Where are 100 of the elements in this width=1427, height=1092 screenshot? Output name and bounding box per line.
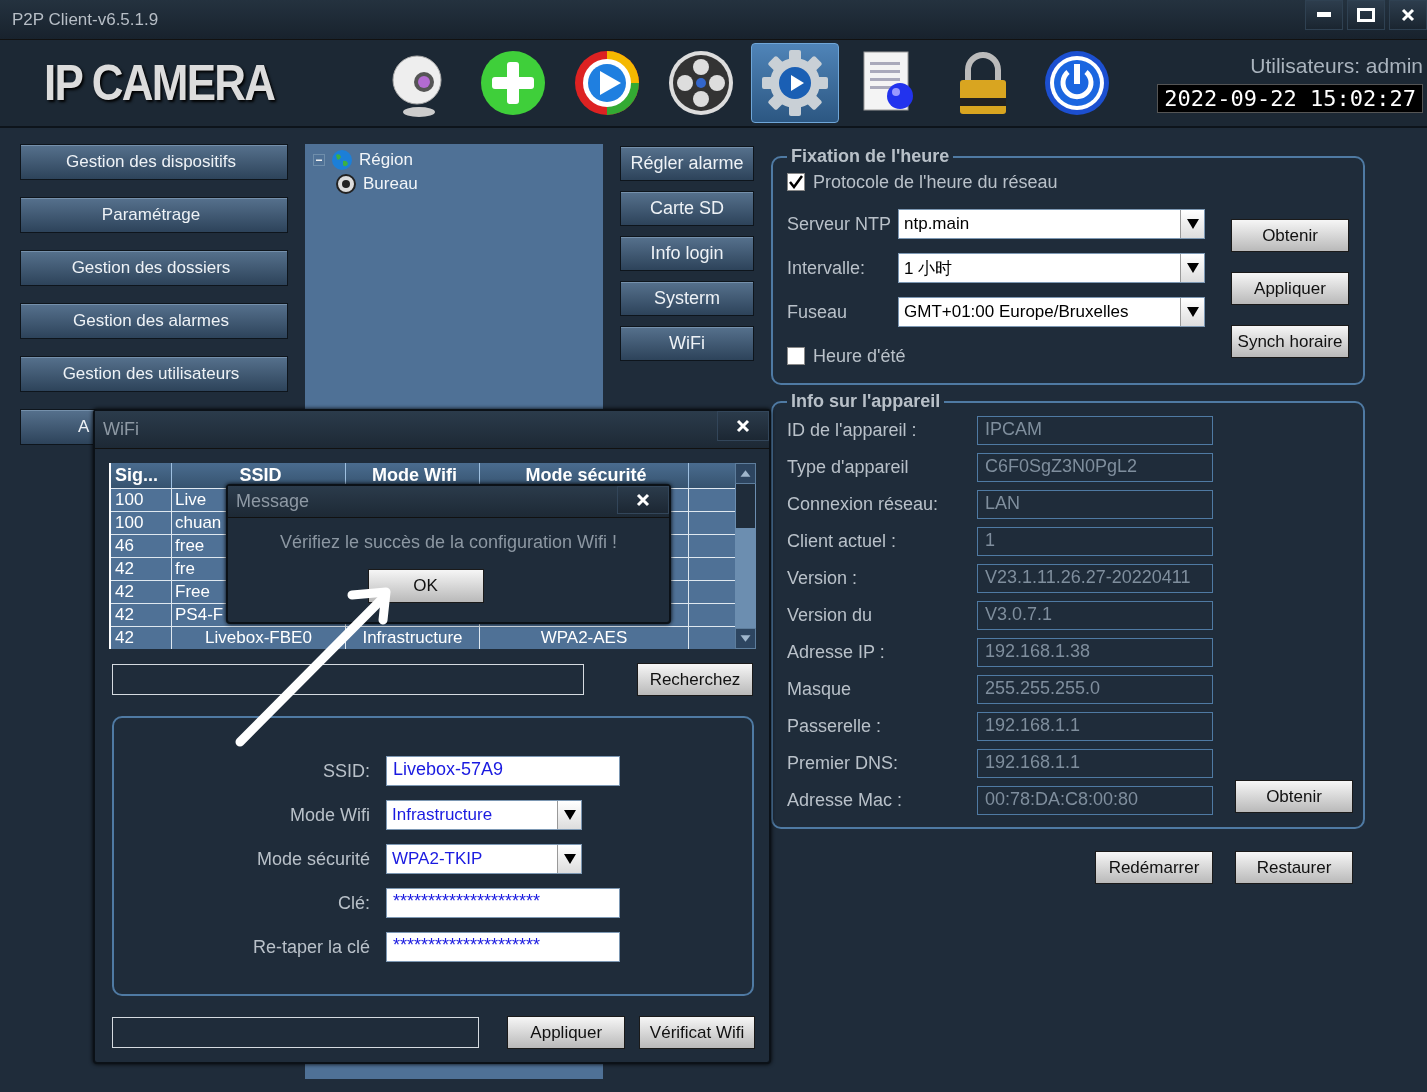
table-cell: fre: [175, 559, 195, 579]
action-button[interactable]: Obtenir: [1231, 219, 1349, 252]
readonly-field: V23.1.11.26.27-20220411: [977, 564, 1213, 593]
ok-button[interactable]: OK: [367, 569, 484, 603]
user-label: Utilisateurs: admin: [1250, 53, 1423, 78]
column-header[interactable]: Sig...: [115, 465, 158, 486]
settings-button[interactable]: Régler alarme: [620, 146, 754, 181]
window-title: P2P Client-v6.5.1.9: [12, 9, 159, 30]
table-cell: chuan: [175, 513, 222, 533]
maximize-button[interactable]: [1347, 0, 1385, 30]
field-label: Re-taper la clé: [252, 936, 370, 958]
field-label: Client actuel :: [787, 531, 898, 552]
readonly-field: 1: [977, 527, 1213, 556]
tree-item-label[interactable]: Bureau: [363, 174, 418, 194]
field-label: SSID:: [323, 760, 370, 782]
action-button[interactable]: Appliquer: [1231, 272, 1349, 305]
table-cell: 42: [115, 605, 134, 625]
table-cell: 46: [115, 536, 134, 556]
nav-button[interactable]: Paramétrage: [20, 197, 288, 233]
scrollbar-thumb[interactable]: [736, 484, 755, 528]
plus-icon: [478, 48, 548, 118]
checkbox[interactable]: [787, 347, 805, 365]
table-cell: 42: [115, 559, 134, 579]
readonly-field: LAN: [977, 490, 1213, 519]
input-field[interactable]: [112, 664, 584, 695]
search-button[interactable]: Recherchez: [637, 663, 753, 696]
readonly-field: 255.255.255.0: [977, 675, 1213, 704]
minimize-button[interactable]: [1305, 0, 1343, 30]
field-label: Connexion réseau:: [787, 494, 940, 515]
dropdown-field[interactable]: ntp.main: [898, 209, 1205, 239]
tree-item-label[interactable]: Région: [359, 150, 413, 170]
logo: IP CAMERA: [44, 54, 276, 112]
caret-icon: [1186, 263, 1199, 273]
checkbox[interactable]: [787, 173, 805, 191]
settings-button[interactable]: Systerm: [620, 281, 754, 316]
close-button[interactable]: [717, 411, 769, 441]
field-label: Fuseau: [787, 301, 849, 323]
close-button[interactable]: [617, 486, 669, 514]
column-header[interactable]: SSID: [239, 465, 282, 486]
clock-display: 2022-09-22 15:02:27: [1157, 83, 1423, 113]
column-header[interactable]: Mode Wifi: [372, 465, 457, 486]
scrollbar[interactable]: [735, 463, 756, 649]
scroll-up-icon[interactable]: [735, 463, 756, 484]
settings-button[interactable]: WiFi: [620, 326, 754, 361]
minimize-icon: [1317, 12, 1331, 18]
checkbox-label: Heure d'été: [813, 345, 906, 367]
settings-button[interactable]: Carte SD: [620, 191, 754, 226]
nav-button[interactable]: Gestion des utilisateurs: [20, 356, 288, 392]
readonly-field: 00:78:DA:C8:00:80: [977, 786, 1213, 815]
nav-button[interactable]: Gestion des dispositifs: [20, 144, 288, 180]
close-icon: [1401, 8, 1415, 22]
input-field[interactable]: *********************: [386, 888, 620, 918]
nav-button[interactable]: Gestion des dossiers: [20, 250, 288, 286]
checkbox-label: Protocole de l'heure du réseau: [813, 171, 1058, 193]
table-cell: 42: [115, 582, 134, 602]
readonly-field: C6F0SgZ3N0PgL2: [977, 453, 1213, 482]
field-label: Mode Wifi: [290, 804, 370, 826]
table-cell: WPA2-AES: [540, 628, 628, 648]
group-title: Info sur l'appareil: [790, 391, 942, 412]
nav-button[interactable]: Gestion des alarmes: [20, 303, 288, 339]
caret-icon: [1186, 219, 1199, 229]
input-field[interactable]: *********************: [386, 932, 620, 962]
reel-icon: [666, 48, 736, 118]
table-cell: Livebox-FBE0: [205, 628, 312, 648]
dropdown-field[interactable]: WPA2-TKIP: [386, 844, 582, 874]
field-label: Intervalle:: [787, 257, 867, 279]
table-cell: 100: [115, 513, 144, 533]
verify-button[interactable]: Vérificat Wifi: [639, 1016, 755, 1049]
gear-icon: [760, 48, 830, 118]
action-button[interactable]: Restaurer: [1235, 851, 1353, 884]
caret-icon: [1186, 307, 1199, 317]
input-field[interactable]: Livebox-57A9: [386, 756, 620, 786]
input-field[interactable]: [112, 1017, 480, 1048]
readonly-field: 192.168.1.1: [977, 749, 1213, 778]
play-icon: [572, 48, 642, 118]
apply-button[interactable]: Appliquer: [507, 1016, 626, 1049]
field-label: Mode sécurité: [256, 848, 370, 870]
collapse-icon[interactable]: [313, 154, 325, 166]
readonly-field: IPCAM: [977, 416, 1213, 445]
dropdown-field[interactable]: 1 小时: [898, 253, 1205, 283]
field-label: Adresse Mac :: [787, 790, 904, 811]
field-label: Passerelle :: [787, 716, 883, 737]
field-label: Adresse IP :: [787, 642, 886, 663]
settings-button[interactable]: Info login: [620, 236, 754, 271]
table-cell: Infrastructure: [362, 628, 463, 648]
dialog-title: WiFi: [103, 419, 139, 440]
scroll-down-icon[interactable]: [735, 628, 756, 649]
table-cell: Live: [175, 490, 207, 510]
action-button[interactable]: Redémarrer: [1095, 851, 1213, 884]
close-button[interactable]: [1389, 0, 1427, 30]
dropdown-field[interactable]: Infrastructure: [386, 800, 582, 830]
action-button[interactable]: Obtenir: [1235, 780, 1353, 813]
globe-icon: [331, 149, 353, 171]
field-label: Masque: [787, 679, 853, 700]
field-label: Clé:: [338, 892, 370, 914]
dialog-title: Message: [236, 491, 310, 512]
action-button[interactable]: Synch horaire: [1231, 325, 1349, 358]
field-label: Serveur NTP: [787, 213, 893, 235]
dropdown-field[interactable]: GMT+01:00 Europe/Bruxelles: [898, 297, 1205, 327]
column-header[interactable]: Mode sécurité: [525, 465, 647, 486]
